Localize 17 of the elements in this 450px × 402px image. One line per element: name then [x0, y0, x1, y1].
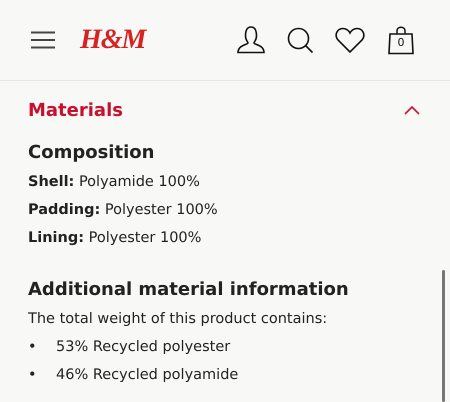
section-heading: Composition — [28, 141, 156, 165]
intro-text: The total weight of this product contains: — [28, 310, 328, 329]
heart-icon[interactable] — [335, 26, 365, 54]
list-item-text: 46% Recycled polyamide — [56, 366, 238, 385]
accordion-header[interactable]: Materials — [28, 82, 422, 138]
bullet-mark: • — [28, 366, 38, 385]
composition-row-text: Padding: Polyester 100% — [28, 201, 219, 220]
bullet-mark: • — [28, 338, 38, 357]
composition-row-text: Lining: Polyester 100% — [28, 229, 202, 248]
logo[interactable]: H&M — [80, 24, 146, 56]
menu-icon[interactable] — [30, 31, 56, 49]
composition-row-text: Shell: Polyamide 100% — [28, 173, 201, 192]
account-icon[interactable] — [236, 26, 266, 54]
list-item-text: 53% Recycled polyester — [56, 338, 230, 357]
section-title: Materials — [28, 100, 123, 120]
search-icon[interactable] — [287, 26, 314, 54]
section-heading: Additional material information — [28, 278, 350, 302]
